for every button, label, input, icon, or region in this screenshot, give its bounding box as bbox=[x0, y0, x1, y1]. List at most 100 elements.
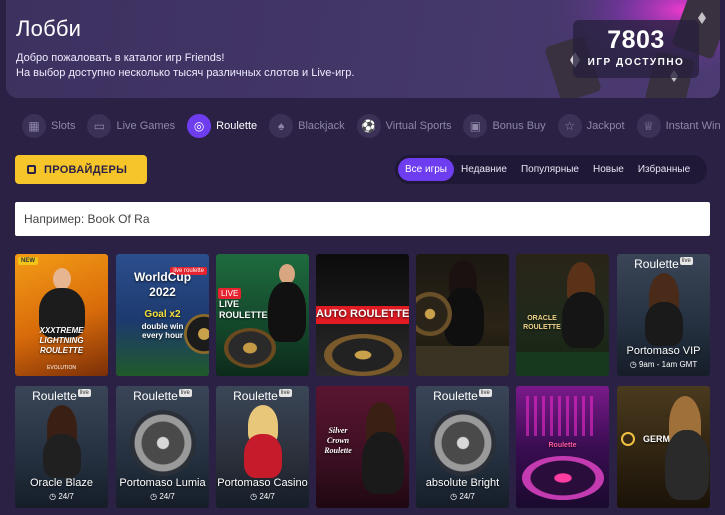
game-card[interactable]: Roulette live Portomaso Casino ◷ 24/7 bbox=[216, 386, 309, 508]
game-hours-label: 9am - 1am GMT bbox=[638, 360, 698, 369]
category-instant-win[interactable]: ♕ Instant Win bbox=[636, 112, 721, 140]
ball-icon: ⚽ bbox=[356, 114, 381, 138]
cards-icon: ♠ bbox=[269, 114, 294, 138]
game-card[interactable]: NEW XXXTREME LIGHTNING ROULETTE EVOLUTIO… bbox=[15, 254, 108, 376]
game-card[interactable]: Roulette live Portomaso VIP ◷ 9am - 1am G… bbox=[617, 254, 710, 376]
clock-icon: ◷ bbox=[629, 360, 639, 369]
tab-popular[interactable]: Популярные bbox=[514, 158, 586, 181]
trophy-icon: ♕ bbox=[636, 114, 661, 138]
roulette-icon: ◎ bbox=[187, 114, 212, 138]
game-hours-label: 24/7 bbox=[159, 492, 175, 501]
tab-favorites[interactable]: Избранные bbox=[631, 158, 697, 181]
game-card[interactable]: live roulette WorldCup 2022 Goal x2 doub… bbox=[116, 254, 209, 376]
dealer-figure bbox=[562, 292, 604, 348]
game-title: Portomaso Lumia bbox=[119, 477, 206, 489]
category-label: Roulette bbox=[216, 120, 258, 132]
category-label: Live Games bbox=[116, 120, 176, 132]
bonus-icon: ▣ bbox=[463, 114, 488, 138]
game-header-label: Roulette bbox=[233, 389, 278, 403]
clock-icon: ◷ bbox=[150, 492, 160, 501]
providers-icon bbox=[27, 165, 36, 174]
game-card[interactable]: Roulette bbox=[516, 386, 609, 508]
game-hours: ◷ 9am - 1am GMT bbox=[617, 360, 710, 369]
game-card[interactable]: Roulette live Oracle Blaze ◷ 24/7 bbox=[15, 386, 108, 508]
game-title: Silver Crown Roulette bbox=[324, 426, 352, 455]
tab-recent[interactable]: Недавние bbox=[454, 158, 514, 181]
category-nav: ▦ Slots ▭ Live Games ◎ Roulette ♠ Blackj… bbox=[22, 112, 721, 140]
game-hours: ◷ 24/7 bbox=[15, 492, 108, 501]
dealer-head bbox=[53, 268, 71, 290]
clock-icon: ◷ bbox=[49, 492, 59, 501]
neon-lights bbox=[526, 396, 598, 436]
category-label: Virtual Sports bbox=[385, 120, 452, 132]
page-title: Лобби bbox=[16, 16, 82, 41]
game-header: Roulette live bbox=[216, 389, 309, 403]
game-header-label: Roulette bbox=[32, 389, 77, 403]
game-header: Roulette live bbox=[15, 389, 108, 403]
category-bonus-buy[interactable]: ▣ Bonus Buy bbox=[463, 112, 546, 140]
dealer-figure bbox=[645, 302, 683, 346]
game-header-label: Roulette bbox=[433, 389, 478, 403]
game-hours: ◷ 24/7 bbox=[416, 492, 509, 501]
live-badge: live bbox=[278, 389, 292, 397]
game-card[interactable]: Silver Crown Roulette bbox=[316, 386, 409, 508]
clock-icon: ◷ bbox=[250, 492, 260, 501]
lobby-hero: Лобби Добро пожаловать в каталог игр Fri… bbox=[6, 0, 720, 98]
game-hours-label: 24/7 bbox=[58, 492, 74, 501]
category-label: Bonus Buy bbox=[492, 120, 546, 132]
game-card[interactable] bbox=[416, 254, 509, 376]
category-slots[interactable]: ▦ Slots bbox=[22, 112, 75, 140]
game-hours-label: 24/7 bbox=[459, 492, 475, 501]
game-title: AUTO ROULETTE bbox=[316, 308, 409, 320]
live-badge: live bbox=[679, 257, 693, 265]
hero-subtitle-line2: На выбор доступно несколько тысяч различ… bbox=[16, 67, 355, 79]
category-label: Slots bbox=[51, 120, 76, 132]
games-count-label: ИГР ДОСТУПНО bbox=[587, 57, 685, 68]
roulette-wheel bbox=[130, 410, 196, 476]
dealer-figure bbox=[268, 282, 306, 342]
game-header: Roulette live bbox=[116, 389, 209, 403]
game-title: absolute Bright bbox=[425, 477, 500, 489]
live-badge: LIVE bbox=[218, 288, 242, 299]
category-label: Blackjack bbox=[298, 120, 345, 132]
dealer-figure bbox=[362, 432, 404, 494]
category-live-games[interactable]: ▭ Live Games bbox=[87, 112, 175, 140]
roulette-wheel bbox=[430, 410, 496, 476]
search-input[interactable] bbox=[15, 202, 710, 236]
category-blackjack[interactable]: ♠ Blackjack bbox=[269, 112, 345, 140]
game-card[interactable]: Roulette live Portomaso Lumia ◷ 24/7 bbox=[116, 386, 209, 508]
game-card[interactable]: LIVE LIVE ROULETTE bbox=[216, 254, 309, 376]
providers-button[interactable]: ПРОВАЙДЕРЫ bbox=[15, 155, 147, 184]
hero-subtitle-line1: Добро пожаловать в каталог игр Friends! bbox=[16, 52, 225, 64]
game-hours-label: 24/7 bbox=[259, 492, 275, 501]
star-icon: ☆ bbox=[557, 114, 582, 138]
filter-tabs: Все игры Недавние Популярные Новые Избра… bbox=[395, 155, 707, 184]
category-virtual-sports[interactable]: ⚽ Virtual Sports bbox=[356, 112, 452, 140]
hero-subtitle: Добро пожаловать в каталог игр Friends! … bbox=[16, 51, 354, 81]
category-jackpot[interactable]: ☆ Jackpot bbox=[557, 112, 625, 140]
game-title: WorldCup 2022 bbox=[133, 270, 192, 299]
game-title: XXXTREME LIGHTNING ROULETTE bbox=[39, 326, 84, 355]
game-card[interactable]: Roulette live absolute Bright ◷ 24/7 bbox=[416, 386, 509, 508]
game-card[interactable]: AUTO ROULETTE bbox=[316, 254, 409, 376]
game-card[interactable]: GERMANIA bbox=[617, 386, 710, 508]
clock-icon: ◷ bbox=[450, 492, 460, 501]
dealer-head bbox=[279, 264, 295, 284]
game-title: Portomaso Casino bbox=[217, 477, 308, 489]
category-label: Instant Win bbox=[665, 120, 721, 132]
tab-all-games[interactable]: Все игры bbox=[398, 158, 454, 181]
games-count: 7803 bbox=[607, 26, 665, 54]
game-header: Roulette live bbox=[416, 389, 509, 403]
game-hours: ◷ 24/7 bbox=[216, 492, 309, 501]
game-header-label: Roulette bbox=[133, 389, 178, 403]
game-header-label: Roulette bbox=[634, 257, 679, 271]
game-card[interactable]: ORACLE ROULETTE bbox=[516, 254, 609, 376]
game-table bbox=[516, 352, 609, 376]
roulette-wheel bbox=[184, 314, 209, 354]
game-header: Roulette live bbox=[617, 257, 710, 271]
category-roulette[interactable]: ◎ Roulette bbox=[187, 112, 257, 140]
slots-icon: ▦ bbox=[22, 114, 46, 138]
tab-new[interactable]: Новые bbox=[586, 158, 631, 181]
game-title: Roulette bbox=[548, 442, 577, 449]
category-label: Jackpot bbox=[586, 120, 625, 132]
